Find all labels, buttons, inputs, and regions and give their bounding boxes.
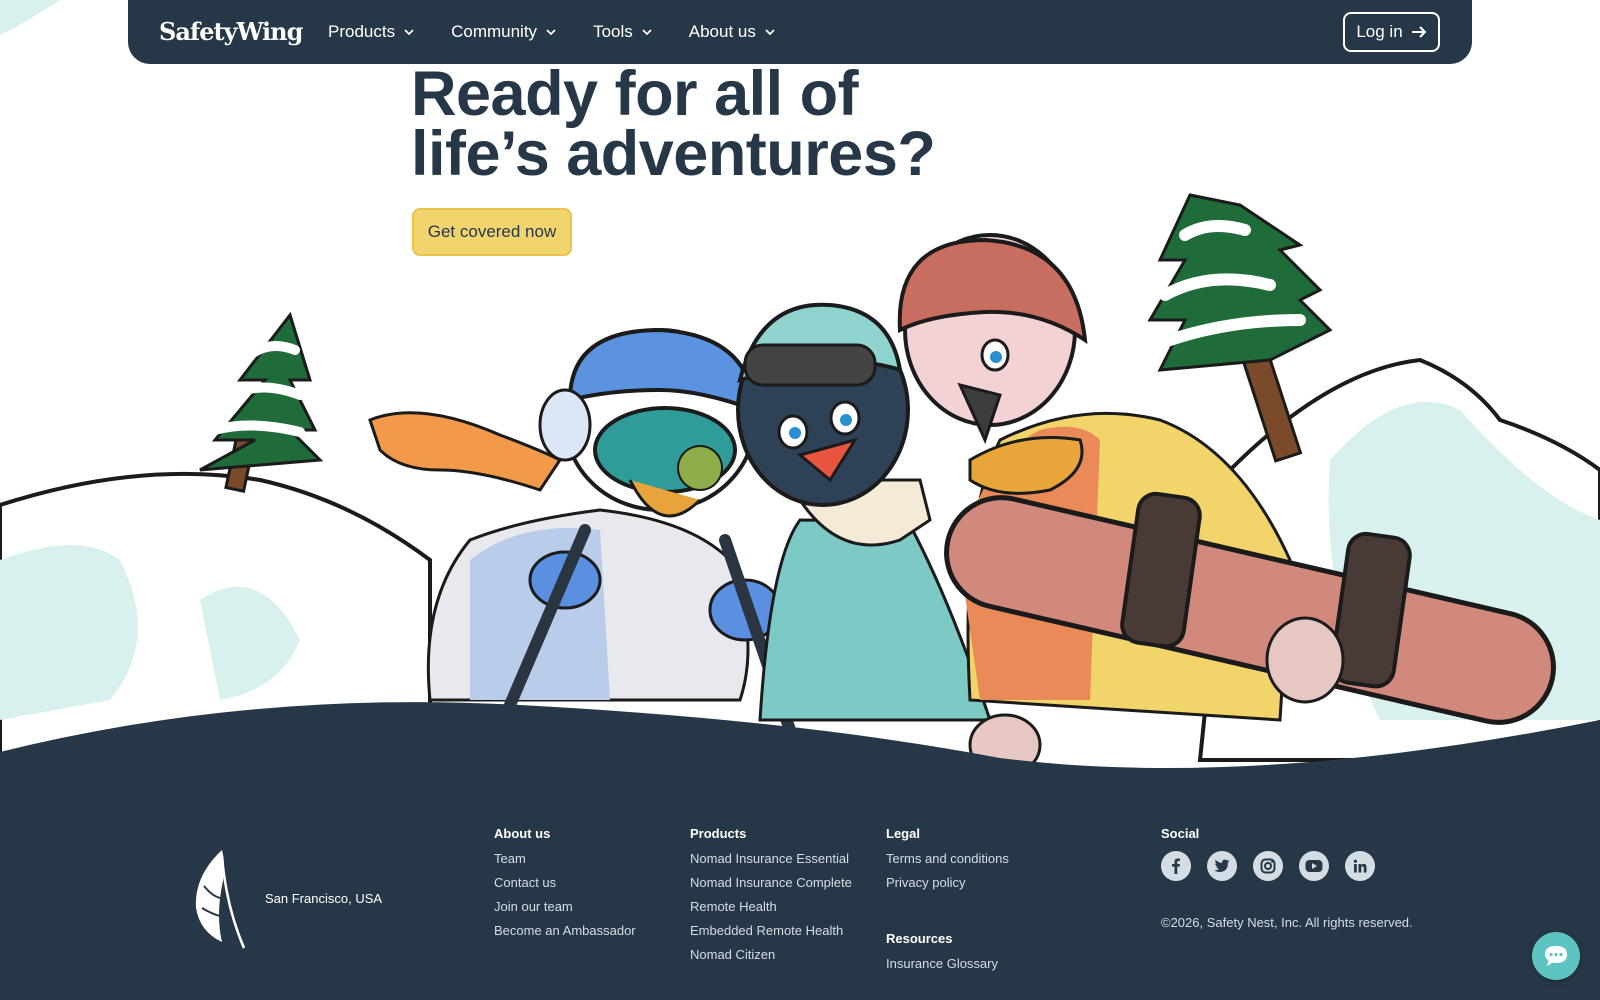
footer-about-column: About us Team Contact us Join our team B… [494, 826, 636, 947]
main-menu: Products Community Tools About us [328, 0, 812, 64]
linkedin-icon[interactable] [1345, 851, 1375, 881]
menu-products-label: Products [328, 22, 396, 41]
footer-link-privacy[interactable]: Privacy policy [886, 875, 1009, 891]
social-icons [1161, 851, 1391, 881]
hero-title-line-1: Ready for all of [411, 59, 859, 129]
chevron-down-icon [642, 29, 652, 36]
footer-link-nomad-complete[interactable]: Nomad Insurance Complete [690, 875, 852, 891]
youtube-icon[interactable] [1299, 851, 1329, 881]
login-label: Log in [1356, 22, 1403, 41]
chat-button[interactable] [1532, 932, 1580, 980]
footer-link-become-ambassador[interactable]: Become an Ambassador [494, 923, 636, 939]
menu-about-us[interactable]: About us [689, 22, 776, 42]
footer-about-heading: About us [494, 826, 551, 841]
footer-products-heading: Products [690, 826, 747, 841]
footer-social-heading: Social [1161, 826, 1200, 841]
footer-resources-column: Resources Insurance Glossary [886, 931, 998, 980]
get-covered-button[interactable]: Get covered now [412, 208, 572, 256]
footer-legal-column: Legal Terms and conditions Privacy polic… [886, 826, 1009, 899]
menu-community[interactable]: Community [451, 22, 557, 42]
instagram-icon[interactable] [1253, 851, 1283, 881]
footer-link-nomad-citizen[interactable]: Nomad Citizen [690, 947, 852, 963]
top-navigation: SafetyWing Products Community Tools Abou… [128, 0, 1472, 64]
arrow-right-icon [1411, 26, 1427, 38]
footer-link-nomad-essential[interactable]: Nomad Insurance Essential [690, 851, 852, 867]
footer-link-contact-us[interactable]: Contact us [494, 875, 636, 891]
twitter-icon[interactable] [1207, 851, 1237, 881]
footer-link-join-our-team[interactable]: Join our team [494, 899, 636, 915]
footer-social-column: Social [1161, 826, 1391, 881]
menu-about-us-label: About us [688, 22, 756, 41]
safetywing-logo[interactable]: SafetyWing [159, 17, 303, 46]
facebook-icon[interactable] [1161, 851, 1191, 881]
copyright-text: ©2026, Safety Nest, Inc. All rights rese… [1161, 915, 1413, 930]
hero-title-line-2: life’s adventures? [411, 119, 936, 189]
chat-bubble-icon [1545, 946, 1567, 966]
footer-resources-heading: Resources [886, 931, 953, 946]
footer-products-column: Products Nomad Insurance Essential Nomad… [690, 826, 852, 971]
footer-link-remote-health[interactable]: Remote Health [690, 899, 852, 915]
footer-link-embedded-remote-health[interactable]: Embedded Remote Health [690, 923, 852, 939]
menu-community-label: Community [451, 22, 538, 41]
hero-title: Ready for all of life’s adventures? [411, 59, 936, 189]
pine-tree-left [199, 311, 324, 493]
menu-products[interactable]: Products [328, 22, 415, 42]
footer-link-team[interactable]: Team [494, 851, 636, 867]
skier-character-left [368, 327, 796, 736]
footer-link-terms[interactable]: Terms and conditions [886, 851, 1009, 867]
menu-tools-label: Tools [593, 22, 633, 41]
menu-tools[interactable]: Tools [593, 22, 653, 42]
login-button[interactable]: Log in [1343, 12, 1440, 52]
feather-logo-icon [195, 850, 246, 949]
footer-legal-heading: Legal [886, 826, 920, 841]
chevron-down-icon [404, 29, 414, 36]
footer-location: San Francisco, USA [265, 891, 383, 906]
footer-link-insurance-glossary[interactable]: Insurance Glossary [886, 956, 998, 972]
chevron-down-icon [546, 29, 556, 36]
chevron-down-icon [765, 29, 775, 36]
